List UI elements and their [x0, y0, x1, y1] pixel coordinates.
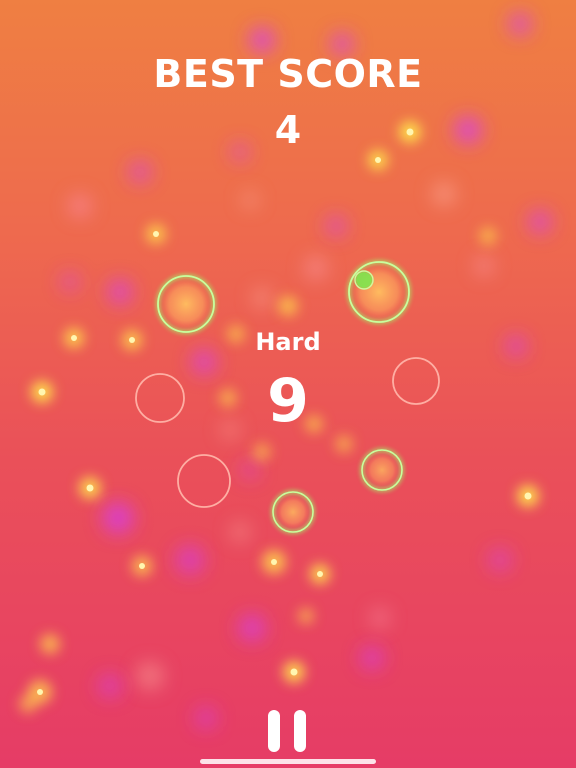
- green-ring[interactable]: [271, 490, 315, 534]
- green-ring[interactable]: [156, 274, 216, 334]
- current-score: 9: [267, 366, 309, 436]
- pink-particles: [68, 182, 494, 690]
- best-score-value: 4: [274, 108, 302, 152]
- red-ring[interactable]: [177, 454, 231, 508]
- difficulty-label: Hard: [255, 328, 321, 356]
- home-indicator[interactable]: [200, 759, 376, 764]
- pause-button[interactable]: [266, 710, 310, 752]
- best-score-label: BEST SCORE: [153, 52, 423, 96]
- green-ring[interactable]: [347, 260, 411, 324]
- green-ring[interactable]: [360, 448, 404, 492]
- game-canvas[interactable]: BEST SCORE 4 Hard 9: [0, 0, 576, 768]
